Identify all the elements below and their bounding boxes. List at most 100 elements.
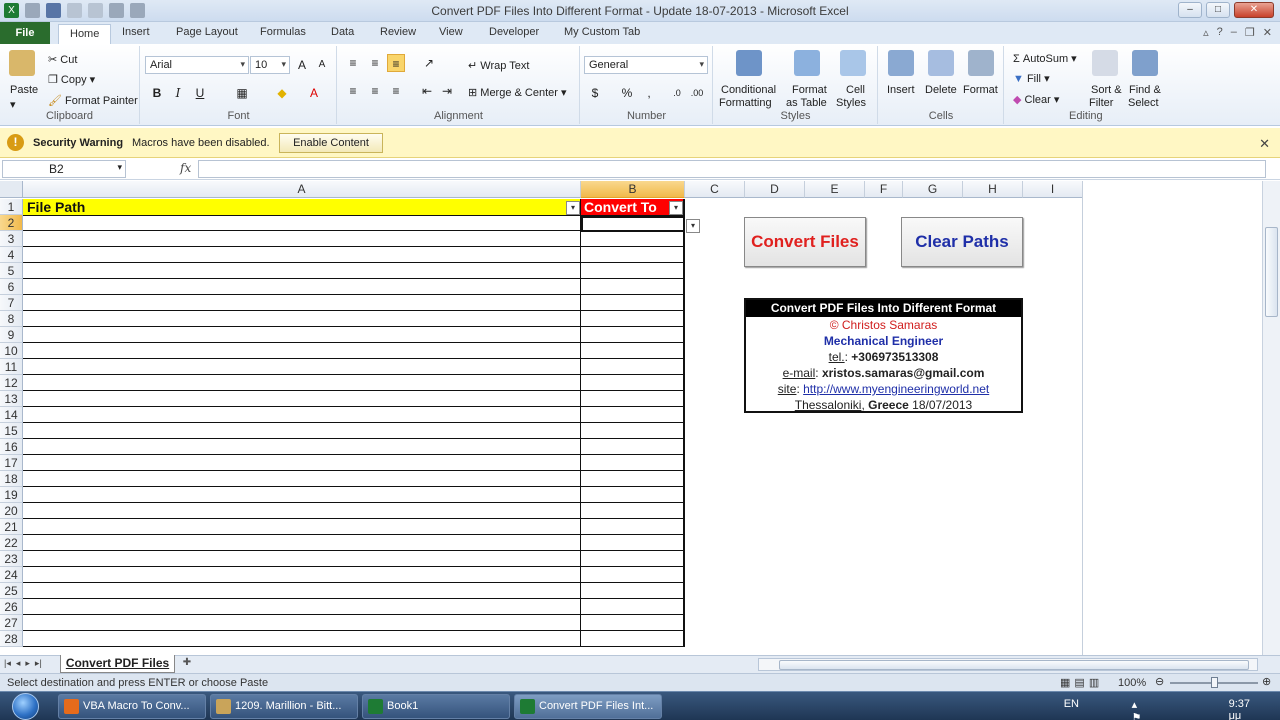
cell-convert-to[interactable] bbox=[581, 231, 685, 247]
clear-paths-button[interactable]: Clear Paths bbox=[901, 217, 1023, 267]
bold-icon[interactable]: B bbox=[148, 84, 166, 102]
site-link[interactable]: http://www.myengineeringworld.net bbox=[803, 382, 989, 396]
align-left-icon[interactable]: ≡ bbox=[344, 82, 362, 100]
formula-input[interactable] bbox=[198, 160, 1266, 178]
horizontal-scroll-thumb[interactable] bbox=[779, 660, 1249, 670]
row-header[interactable]: 24 bbox=[0, 567, 23, 583]
cell-file-path[interactable] bbox=[23, 439, 581, 455]
decrease-decimal-icon[interactable]: .00 bbox=[688, 84, 706, 102]
column-header-b[interactable]: B bbox=[581, 181, 685, 198]
cell-file-path[interactable] bbox=[23, 215, 581, 231]
row-header[interactable]: 16 bbox=[0, 439, 23, 455]
format-cells-button[interactable]: Format bbox=[963, 84, 998, 96]
cell-file-path[interactable] bbox=[23, 359, 581, 375]
cell-styles-label-2[interactable]: Styles bbox=[836, 97, 866, 109]
cell-convert-to[interactable] bbox=[581, 583, 685, 599]
convert-files-button[interactable]: Convert Files bbox=[744, 217, 866, 267]
row-header[interactable]: 28 bbox=[0, 631, 23, 647]
align-top-icon[interactable]: ≡ bbox=[344, 54, 362, 72]
cell-convert-to[interactable] bbox=[581, 439, 685, 455]
start-button[interactable] bbox=[4, 692, 48, 720]
shrink-font-icon[interactable]: A bbox=[313, 56, 331, 74]
format-cells-icon[interactable] bbox=[968, 50, 994, 76]
delete-cells-button[interactable]: Delete bbox=[925, 84, 957, 96]
row-header[interactable]: 15 bbox=[0, 423, 23, 439]
row-header[interactable]: 8 bbox=[0, 311, 23, 327]
workbook-close-icon[interactable]: ✕ bbox=[1263, 26, 1272, 39]
clear-button[interactable]: ◆ Clear ▾ bbox=[1013, 93, 1059, 106]
tab-home[interactable]: Home bbox=[58, 24, 112, 45]
increase-decimal-icon[interactable]: .0 bbox=[668, 84, 686, 102]
taskbar-item-convert-pdf[interactable]: Convert PDF Files Int... bbox=[514, 694, 662, 719]
align-bottom-icon[interactable]: ≡ bbox=[387, 54, 405, 72]
cell-file-path[interactable] bbox=[23, 247, 581, 263]
cell-convert-to[interactable] bbox=[581, 631, 685, 647]
row-header[interactable]: 20 bbox=[0, 503, 23, 519]
row-header[interactable]: 4 bbox=[0, 247, 23, 263]
cell-styles-label[interactable]: Cell bbox=[846, 84, 865, 96]
name-box[interactable]: B2 bbox=[2, 160, 126, 178]
cell-file-path[interactable] bbox=[23, 311, 581, 327]
format-as-table-label-2[interactable]: as Table bbox=[786, 97, 827, 109]
row-header[interactable]: 12 bbox=[0, 375, 23, 391]
page-layout-view-icon[interactable]: ▤ bbox=[1074, 676, 1084, 689]
help-icon[interactable]: ? bbox=[1217, 26, 1223, 39]
cell-convert-to[interactable] bbox=[581, 263, 685, 279]
paste-icon[interactable] bbox=[9, 50, 35, 76]
cell-convert-to[interactable] bbox=[581, 615, 685, 631]
email-value[interactable]: xristos.samaras@gmail.com bbox=[822, 366, 984, 380]
conditional-formatting-label-2[interactable]: Formatting bbox=[719, 97, 772, 109]
cell-convert-to[interactable] bbox=[581, 359, 685, 375]
cell-file-path[interactable] bbox=[23, 375, 581, 391]
cut-button[interactable]: ✂ Cut bbox=[48, 53, 77, 66]
accounting-format-icon[interactable]: $ bbox=[586, 84, 604, 102]
sort-filter-label-2[interactable]: Filter bbox=[1089, 97, 1113, 109]
row-header[interactable]: 9 bbox=[0, 327, 23, 343]
column-header-c[interactable]: C bbox=[685, 181, 745, 198]
enable-content-button[interactable]: Enable Content bbox=[279, 133, 383, 153]
cell-file-path[interactable] bbox=[23, 407, 581, 423]
cell-convert-to[interactable] bbox=[581, 247, 685, 263]
select-all-corner[interactable] bbox=[0, 181, 23, 198]
cell-convert-to[interactable] bbox=[581, 471, 685, 487]
vertical-scroll-thumb[interactable] bbox=[1265, 227, 1278, 317]
language-indicator[interactable]: EN bbox=[1064, 698, 1079, 710]
row-header[interactable]: 13 bbox=[0, 391, 23, 407]
cell-file-path[interactable] bbox=[23, 295, 581, 311]
tab-formulas[interactable]: Formulas bbox=[260, 26, 306, 38]
zoom-in-icon[interactable]: ⊕ bbox=[1262, 675, 1271, 688]
cell-convert-to[interactable] bbox=[581, 535, 685, 551]
cell-file-path[interactable] bbox=[23, 487, 581, 503]
font-size-select[interactable]: 10 bbox=[250, 56, 290, 74]
borders-icon[interactable]: ▦ bbox=[233, 84, 251, 102]
italic-icon[interactable]: I bbox=[169, 84, 187, 102]
column-header-h[interactable]: H bbox=[963, 181, 1023, 198]
row-header[interactable]: 6 bbox=[0, 279, 23, 295]
row-header[interactable]: 14 bbox=[0, 407, 23, 423]
cell-convert-to[interactable] bbox=[581, 343, 685, 359]
row-header[interactable]: 2 bbox=[0, 215, 23, 231]
clock[interactable]: 9:37 μμ bbox=[1229, 698, 1250, 720]
selected-cell-b2[interactable] bbox=[581, 216, 685, 232]
column-header-i[interactable]: I bbox=[1023, 181, 1083, 198]
insert-cells-button[interactable]: Insert bbox=[887, 84, 915, 96]
autosum-button[interactable]: Σ AutoSum ▾ bbox=[1013, 52, 1077, 65]
workbook-minimize-icon[interactable]: – bbox=[1231, 26, 1237, 39]
sort-filter-label[interactable]: Sort & bbox=[1091, 84, 1122, 96]
cell-convert-to[interactable] bbox=[581, 519, 685, 535]
maximize-button[interactable]: □ bbox=[1206, 2, 1230, 18]
cell-file-path[interactable] bbox=[23, 455, 581, 471]
horizontal-scrollbar[interactable] bbox=[758, 658, 1258, 671]
cell-convert-to[interactable] bbox=[581, 279, 685, 295]
insert-cells-icon[interactable] bbox=[888, 50, 914, 76]
header-file-path[interactable]: File Path bbox=[23, 199, 581, 216]
row-header[interactable]: 10 bbox=[0, 343, 23, 359]
page-break-view-icon[interactable]: ▥ bbox=[1089, 676, 1099, 689]
orientation-icon[interactable]: ↗ bbox=[420, 54, 438, 72]
row-header[interactable]: 27 bbox=[0, 615, 23, 631]
zoom-level[interactable]: 100% bbox=[1118, 677, 1146, 689]
align-middle-icon[interactable]: ≡ bbox=[366, 54, 384, 72]
cell-file-path[interactable] bbox=[23, 599, 581, 615]
column-header-a[interactable]: A bbox=[23, 181, 581, 198]
cell-convert-to[interactable] bbox=[581, 311, 685, 327]
